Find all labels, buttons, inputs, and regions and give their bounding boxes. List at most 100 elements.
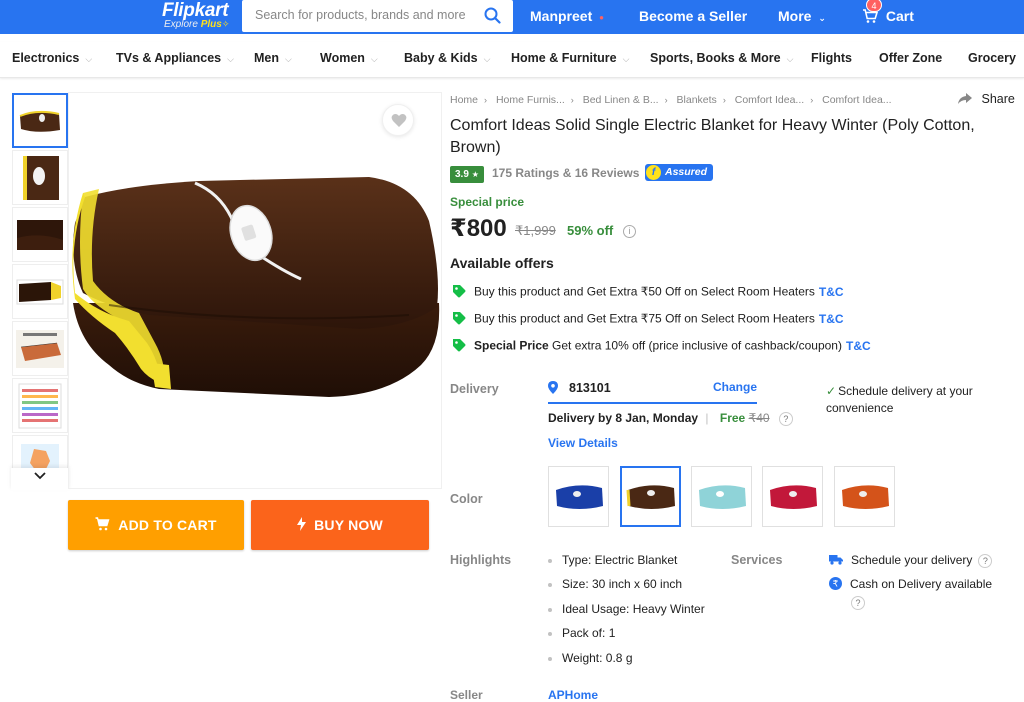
breadcrumb-item[interactable]: Bed Linen & B... [583, 94, 659, 106]
offer-tag-icon [452, 284, 466, 301]
logo-explore: Explore [164, 19, 198, 30]
chevron-down-icon: ⌵ [285, 54, 292, 64]
seller-name-link[interactable]: APHome [548, 688, 598, 702]
offer-tnc-link[interactable]: T&C [819, 312, 844, 326]
highlight-text: Weight: 0.8 g [562, 651, 633, 665]
category-sports-books[interactable]: Sports, Books & More ⌵ [650, 51, 793, 65]
account-menu[interactable]: Manpreet ● [530, 8, 604, 24]
help-icon[interactable]: ? [778, 411, 793, 426]
search-input[interactable] [255, 8, 470, 22]
thumbnail-heat-chart[interactable] [12, 378, 68, 433]
category-home-furniture[interactable]: Home & Furniture ⌵ [511, 51, 629, 65]
delivery-label: Delivery [450, 382, 499, 396]
category-grocery[interactable]: Grocery [968, 51, 1016, 65]
add-to-cart-label: ADD TO CART [118, 517, 217, 533]
delivery-estimate: Delivery by 8 Jan, Monday | Free ₹40 ? [548, 411, 793, 426]
category-baby-kids[interactable]: Baby & Kids ⌵ [404, 51, 490, 65]
category-men[interactable]: Men ⌵ [254, 51, 292, 65]
pincode-field[interactable]: 813101 Change [548, 380, 757, 404]
info-icon[interactable]: i [623, 225, 636, 238]
thumbnail-size-diagram[interactable] [12, 321, 68, 376]
rating-badge[interactable]: 3.9 ★ [450, 166, 484, 183]
chevron-down-icon: ⌵ [227, 54, 234, 64]
offer-tnc-link[interactable]: T&C [819, 285, 844, 299]
thumbnail-strip [11, 92, 69, 489]
rupee-coin-icon: ₹ [829, 577, 842, 593]
original-price: ₹1,999 [515, 223, 556, 238]
heart-icon [391, 113, 407, 133]
logo-plus: Plus [200, 19, 222, 30]
color-swatch-orange[interactable] [834, 466, 895, 527]
chevron-down-icon: ⌵ [85, 54, 93, 64]
help-icon[interactable]: ? [978, 553, 993, 568]
offer-item: Special Price Get extra 10% off (price i… [452, 338, 871, 355]
category-label: Baby & Kids [404, 51, 478, 65]
share-button[interactable]: Share [958, 92, 1015, 107]
service-text: Schedule your delivery [851, 553, 973, 567]
chevron-right-icon: › [810, 95, 814, 105]
selling-price: ₹800 [450, 215, 507, 242]
change-pincode-link[interactable]: Change [713, 380, 757, 394]
breadcrumb-item[interactable]: Blankets [677, 94, 717, 106]
main-product-image[interactable] [68, 92, 442, 489]
offer-bold-text: Special Price [474, 338, 549, 353]
category-label: Men [254, 51, 279, 65]
search-icon[interactable] [484, 7, 501, 29]
offers-heading: Available offers [450, 255, 554, 271]
bullet-icon [548, 656, 552, 661]
highlight-item: Ideal Usage: Heavy Winter [548, 602, 705, 616]
category-flights[interactable]: Flights [811, 51, 852, 65]
discount-percent: 59% off [567, 223, 614, 238]
delivery-separator: | [705, 411, 709, 425]
share-label: Share [981, 92, 1015, 106]
offer-text: Buy this product and Get Extra ₹75 Off o… [474, 311, 815, 326]
rating-count[interactable]: 175 Ratings & 16 Reviews [492, 166, 639, 180]
add-to-cart-button[interactable]: ADD TO CART [68, 500, 244, 550]
highlight-text: Size: 30 inch x 60 inch [562, 577, 683, 591]
more-menu[interactable]: More ⌄ [778, 8, 826, 24]
chevron-down-icon: ⌵ [786, 54, 794, 64]
category-tvs-appliances[interactable]: TVs & Appliances ⌵ [116, 51, 234, 65]
top-header: Flipkart Explore Plus✧ Manpreet ● Become… [0, 0, 1024, 34]
flipkart-logo[interactable]: Flipkart Explore Plus✧ [162, 0, 229, 30]
become-seller-link[interactable]: Become a Seller [639, 8, 747, 24]
search-box [242, 0, 513, 32]
delivery-date: Delivery by 8 Jan, Monday [548, 411, 699, 425]
breadcrumb-item[interactable]: Comfort Idea... [822, 94, 891, 106]
check-icon: ✓ [826, 384, 837, 398]
color-swatch-red[interactable] [762, 466, 823, 527]
breadcrumb-item[interactable]: Comfort Idea... [735, 94, 804, 106]
color-swatch-blue[interactable] [548, 466, 609, 527]
thumbnail-fabric-closeup[interactable] [12, 207, 68, 262]
bullet-icon [548, 607, 552, 612]
category-electronics[interactable]: Electronics ⌵ [12, 51, 92, 65]
offer-item: Buy this product and Get Extra ₹50 Off o… [452, 284, 844, 301]
offer-tnc-link[interactable]: T&C [846, 339, 871, 353]
thumbnail-blanket-brown[interactable] [12, 93, 68, 148]
chevron-right-icon: › [484, 95, 488, 105]
more-label: More [778, 8, 812, 24]
buy-now-button[interactable]: BUY NOW [251, 500, 429, 550]
category-offer-zone[interactable]: Offer Zone [879, 51, 942, 65]
wishlist-button[interactable] [382, 104, 414, 136]
category-label: Sports, Books & More [650, 51, 781, 65]
service-item: ₹ Cash on Delivery available [829, 577, 992, 593]
breadcrumb: Home › Home Furnis... › Bed Linen & B... › … [450, 94, 892, 106]
category-women[interactable]: Women ⌵ [320, 51, 378, 65]
thumbnail-blanket-folded[interactable] [12, 264, 68, 319]
pincode-value: 813101 [569, 381, 611, 395]
thumbnail-blanket-controller[interactable] [12, 150, 68, 205]
share-icon [958, 93, 972, 107]
help-icon[interactable]: ? [851, 596, 865, 610]
view-details-link[interactable]: View Details [548, 436, 618, 450]
account-name: Manpreet [530, 8, 593, 24]
services-label: Services [731, 553, 783, 567]
breadcrumb-item[interactable]: Home Furnis... [496, 94, 565, 106]
color-swatch-aqua[interactable] [691, 466, 752, 527]
breadcrumb-item[interactable]: Home [450, 94, 478, 106]
thumbnail-scroll-down[interactable] [11, 468, 69, 490]
color-swatch-brown[interactable] [620, 466, 681, 527]
highlights-label: Highlights [450, 553, 512, 567]
plus-star-icon: ✧ [221, 19, 230, 29]
seller-label: Seller [450, 688, 483, 702]
